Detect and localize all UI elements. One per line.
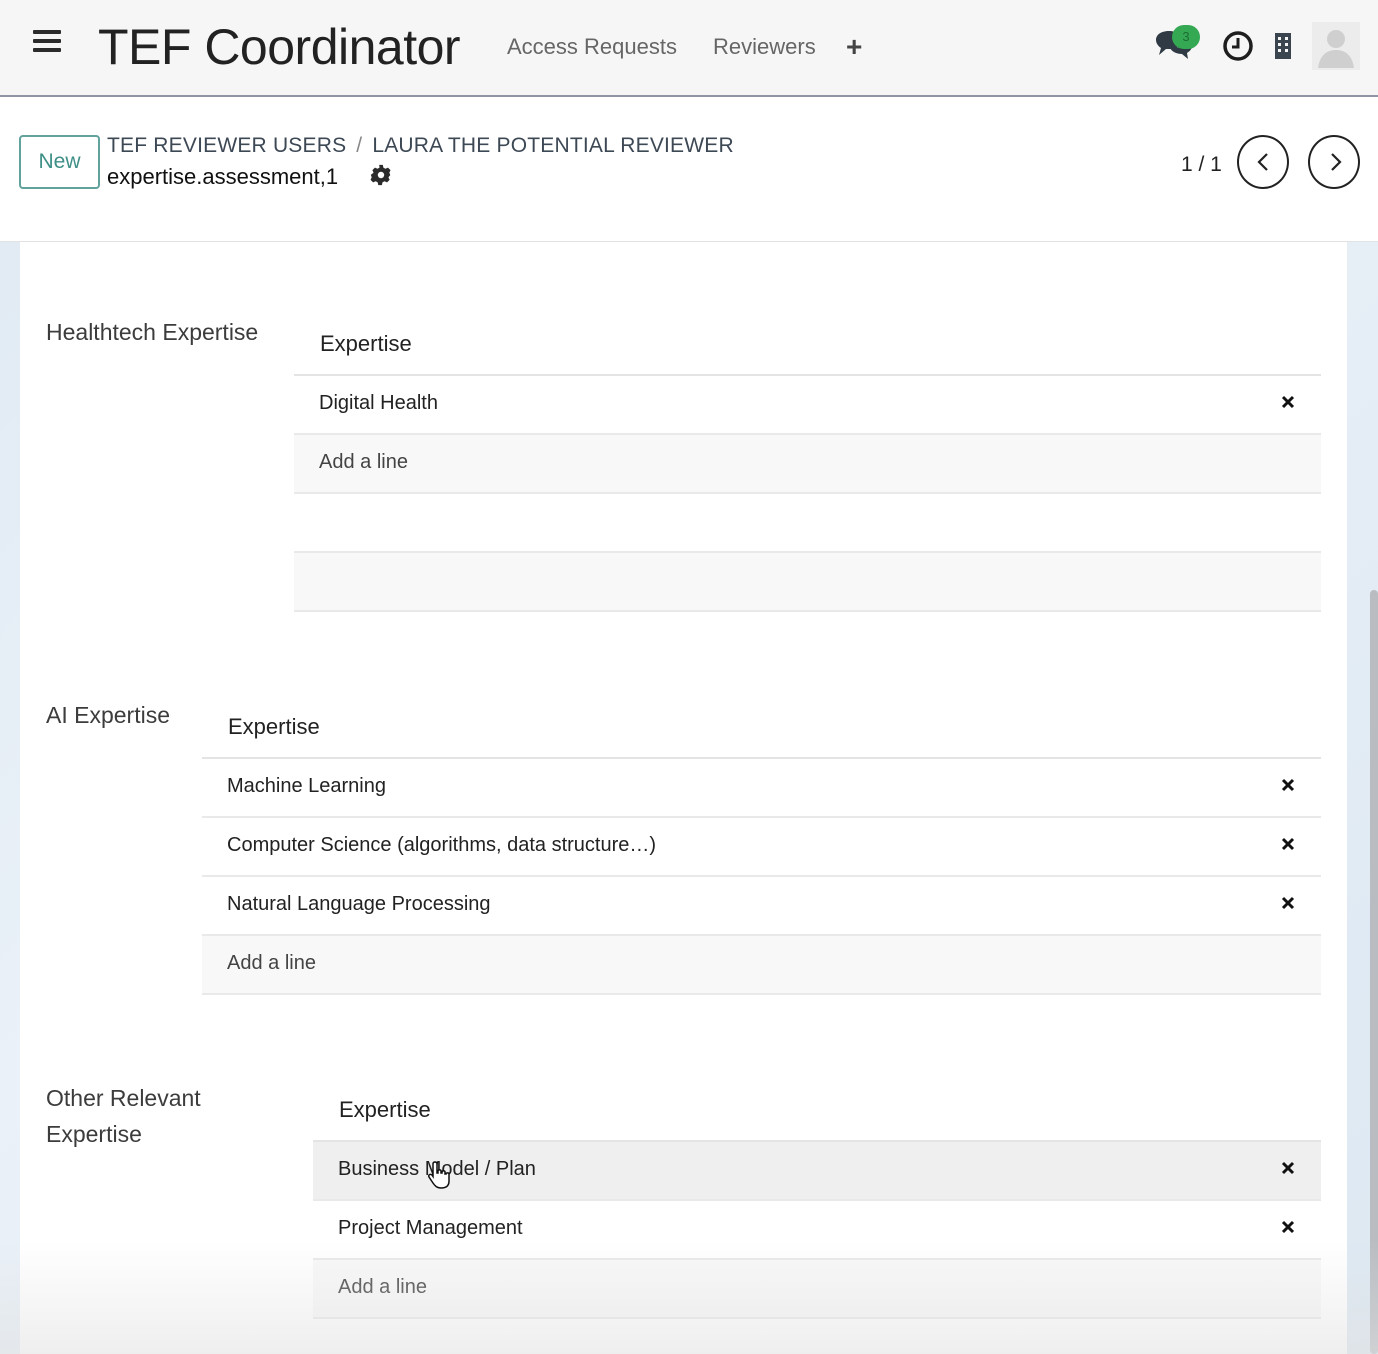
gear-icon[interactable] [370,164,392,186]
control-panel: New TEF REVIEWER USERS / LAURA THE POTENTI… [0,97,1378,242]
delete-icon[interactable] [1281,896,1295,910]
company-icon[interactable] [1273,32,1293,60]
chevron-right-icon [1331,153,1342,171]
clock-icon[interactable] [1222,30,1254,62]
add-line-link[interactable]: Add a line [227,952,316,975]
delete-icon[interactable] [1281,778,1295,792]
pager-value: 1 / 1 [1181,153,1222,176]
hand-cursor-icon [428,1161,450,1189]
ai-expertise-label: AI Expertise [46,702,170,728]
row-value: Natural Language Processing [227,893,491,915]
other-expertise-label: Other Relevant Expertise [46,1080,201,1152]
chevron-left-icon [1257,153,1268,171]
table-row[interactable]: Digital Health [294,376,1321,435]
delete-icon[interactable] [1281,837,1295,851]
table-header[interactable]: Expertise [294,317,1321,376]
vertical-scrollbar[interactable] [1370,590,1378,1354]
user-avatar[interactable] [1312,22,1360,70]
delete-icon[interactable] [1281,1220,1295,1234]
menu-toggle-icon[interactable] [33,30,61,54]
add-line-row[interactable]: Add a line [313,1260,1321,1319]
table-row[interactable]: Machine Learning [202,759,1321,818]
add-line-row[interactable]: Add a line [294,435,1321,494]
add-line-link[interactable]: Add a line [319,451,408,474]
pager-previous-button[interactable] [1237,135,1289,189]
breadcrumb: TEF REVIEWER USERS / LAURA THE POTENTIAL R… [107,134,734,158]
other-expertise-label-line1: Other Relevant [46,1085,201,1111]
table-row[interactable]: Computer Science (algorithms, data struc… [202,818,1321,877]
new-button[interactable]: New [19,135,100,189]
healthtech-expertise-label: Healthtech Expertise [46,319,259,345]
form-sheet: Healthtech Expertise Expertise Digital H… [20,242,1347,1354]
table-row[interactable]: Business Model / Plan [313,1142,1321,1201]
add-line-link[interactable]: Add a line [338,1276,427,1299]
empty-row [294,494,1321,553]
app-title[interactable]: TEF Coordinator [98,18,461,76]
add-line-row[interactable]: Add a line [202,936,1321,995]
table-row[interactable]: Natural Language Processing [202,877,1321,936]
nav-reviewers[interactable]: Reviewers [713,34,816,60]
breadcrumb-separator: / [356,134,363,157]
chat-badge: 3 [1172,25,1200,49]
other-expertise-label-line2: Expertise [46,1121,142,1147]
table-header[interactable]: Expertise [313,1083,1321,1142]
pager-next-button[interactable] [1308,135,1360,189]
row-value: Computer Science (algorithms, data struc… [227,834,657,856]
row-value: Project Management [338,1217,523,1239]
breadcrumb-item-laura[interactable]: LAURA THE POTENTIAL REVIEWER [372,134,734,157]
table-row[interactable]: Project Management [313,1201,1321,1260]
delete-icon[interactable] [1281,1161,1295,1175]
empty-row [294,553,1321,612]
table-header[interactable]: Expertise [202,700,1321,759]
nav-access-requests[interactable]: Access Requests [507,34,677,60]
row-value: Digital Health [319,392,438,414]
delete-icon[interactable] [1281,395,1295,409]
breadcrumb-item-reviewer-users[interactable]: TEF REVIEWER USERS [107,134,346,157]
nav-add-icon[interactable]: + [846,31,862,63]
healthtech-expertise-table: Expertise Digital Health Add a line [294,317,1321,612]
ai-expertise-table: Expertise Machine Learning Computer Scie… [202,700,1321,995]
other-expertise-table: Expertise Business Model / Plan Project … [313,1083,1321,1319]
record-name: expertise.assessment,1 [107,164,339,189]
top-navbar: TEF Coordinator Access Requests Reviewer… [0,0,1378,97]
row-value: Machine Learning [227,775,386,797]
